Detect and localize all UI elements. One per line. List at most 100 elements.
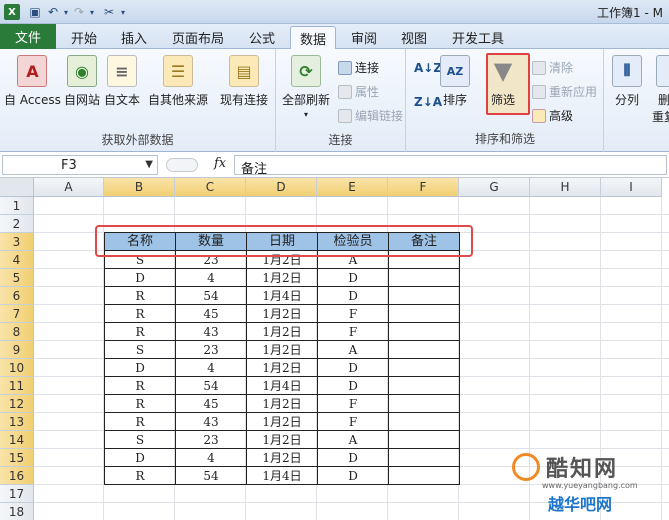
table-cell[interactable]: R [104,286,176,305]
column-header-b[interactable]: B [104,178,175,197]
table-cell[interactable]: R [104,394,176,413]
table-cell[interactable]: D [317,448,389,467]
table-cell[interactable]: 1月2日 [246,412,318,431]
table-cell[interactable]: F [317,412,389,431]
dropdown-arrow-icon[interactable]: ▼ [145,159,153,170]
row-header-7[interactable]: 7 [0,305,34,323]
clear-button[interactable]: 清除 [532,59,573,76]
table-cell[interactable]: 54 [175,286,247,305]
customize-icon[interactable]: ▾ [118,3,128,21]
tab-review[interactable]: 审阅 [342,26,386,49]
table-cell[interactable] [388,358,460,377]
text-to-columns-button[interactable]: ⫴ 分列 [612,55,642,108]
table-cell[interactable]: D [317,286,389,305]
column-header-e[interactable]: E [317,178,388,197]
table-cell[interactable]: 1月2日 [246,322,318,341]
table-cell[interactable]: A [317,340,389,359]
table-cell[interactable]: 1月4日 [246,376,318,395]
column-header-f[interactable]: F [388,178,459,197]
row-header-12[interactable]: 12 [0,395,34,413]
from-access-button[interactable]: A 自 Access [4,55,61,108]
from-web-button[interactable]: ◉ 自网站 [64,55,100,108]
dropdown-icon[interactable]: ▾ [62,3,70,21]
row-header-18[interactable]: 18 [0,503,34,520]
table-cell[interactable]: 1月2日 [246,268,318,287]
table-cell[interactable]: R [104,376,176,395]
table-cell[interactable]: 54 [175,466,247,485]
column-header-c[interactable]: C [175,178,246,197]
column-header-i[interactable]: I [601,178,662,197]
row-header-5[interactable]: 5 [0,269,34,287]
table-cell[interactable]: 4 [175,358,247,377]
row-header-11[interactable]: 11 [0,377,34,395]
row-header-14[interactable]: 14 [0,431,34,449]
refresh-all-button[interactable]: ⟳ 全部刷新 ▾ [282,55,330,119]
tab-insert[interactable]: 插入 [112,26,156,49]
name-box[interactable]: F3 ▼ [2,155,158,175]
table-cell[interactable] [388,322,460,341]
table-cell[interactable]: 43 [175,412,247,431]
table-cell[interactable]: 1月2日 [246,340,318,359]
row-header-2[interactable]: 2 [0,215,34,233]
table-cell[interactable]: 1月2日 [246,448,318,467]
redo-icon[interactable]: ↷ [70,3,88,21]
tab-data[interactable]: 数据 [290,26,336,50]
table-cell[interactable]: S [104,340,176,359]
dropdown-icon[interactable]: ▾ [88,3,96,21]
undo-icon[interactable]: ↶ [44,3,62,21]
select-all-corner[interactable] [0,178,34,197]
table-cell[interactable]: 4 [175,448,247,467]
row-header-6[interactable]: 6 [0,287,34,305]
table-cell[interactable]: A [317,430,389,449]
row-header-1[interactable]: 1 [0,197,34,215]
advanced-button[interactable]: 高级 [532,107,573,124]
table-cell[interactable]: 1月4日 [246,286,318,305]
tab-developer[interactable]: 开发工具 [444,26,512,49]
table-cell[interactable]: 1月2日 [246,304,318,323]
column-header-a[interactable]: A [34,178,104,197]
table-cell[interactable] [388,304,460,323]
table-cell[interactable] [388,376,460,395]
save-icon[interactable]: ▣ [26,3,44,21]
tab-view[interactable]: 视图 [392,26,436,49]
table-cell[interactable]: F [317,394,389,413]
edit-links-button[interactable]: 编辑链接 [338,107,403,124]
table-cell[interactable] [388,412,460,431]
table-cell[interactable]: R [104,304,176,323]
column-header-g[interactable]: G [459,178,530,197]
table-cell[interactable] [388,448,460,467]
column-header-d[interactable]: D [246,178,317,197]
column-header-h[interactable]: H [530,178,601,197]
table-cell[interactable]: D [104,268,176,287]
from-text-button[interactable]: ≡ 自文本 [104,55,140,108]
table-cell[interactable]: D [317,466,389,485]
sort-asc-icon[interactable]: A↓Z [414,61,442,75]
sort-desc-icon[interactable]: Z↓A [414,95,442,109]
formula-bar-resize-handle[interactable] [166,158,198,172]
table-cell[interactable]: R [104,412,176,431]
row-header-4[interactable]: 4 [0,251,34,269]
tab-file[interactable]: 文件 [0,24,56,49]
table-cell[interactable]: 1月2日 [246,430,318,449]
from-other-sources-button[interactable]: ☰ 自其他来源 [148,55,208,108]
table-cell[interactable]: F [317,304,389,323]
table-cell[interactable]: R [104,322,176,341]
connections-button[interactable]: 连接 [338,59,379,76]
table-cell[interactable] [388,394,460,413]
table-cell[interactable]: 45 [175,304,247,323]
reapply-button[interactable]: 重新应用 [532,83,597,100]
tools-icon[interactable]: ✂ [100,3,118,21]
table-cell[interactable]: R [104,466,176,485]
row-header-9[interactable]: 9 [0,341,34,359]
table-cell[interactable]: S [104,430,176,449]
table-cell[interactable]: 4 [175,268,247,287]
table-cell[interactable]: D [317,268,389,287]
table-cell[interactable]: 1月2日 [246,358,318,377]
table-cell[interactable] [388,340,460,359]
table-cell[interactable] [388,430,460,449]
insert-function-icon[interactable]: fx [214,156,226,171]
table-cell[interactable]: 1月2日 [246,394,318,413]
tab-formulas[interactable]: 公式 [240,26,284,49]
table-cell[interactable]: 23 [175,430,247,449]
table-cell[interactable]: 43 [175,322,247,341]
